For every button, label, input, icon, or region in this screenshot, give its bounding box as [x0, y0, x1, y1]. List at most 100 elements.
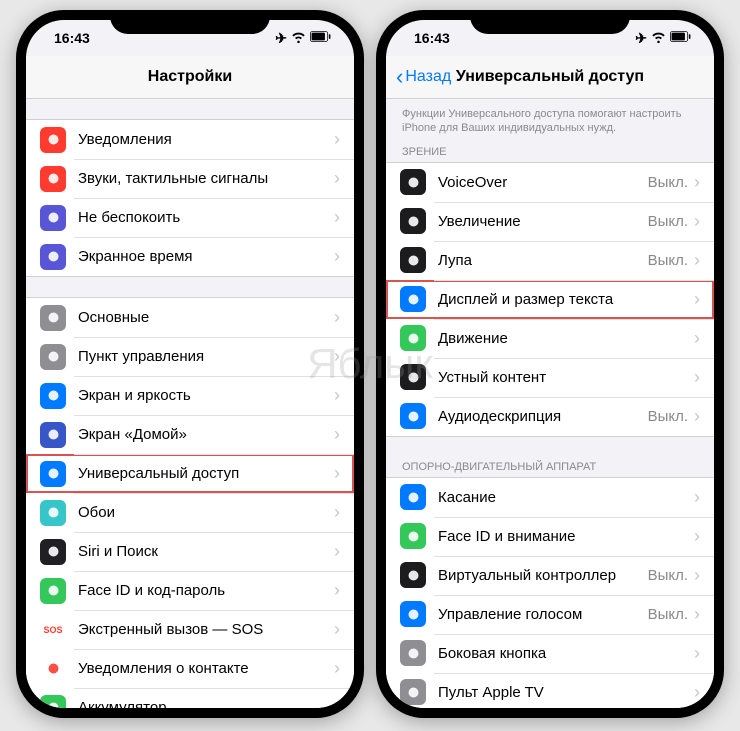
settings-row[interactable]: SOSЭкстренный вызов — SOS›: [26, 610, 354, 649]
row-icon: [40, 205, 66, 231]
settings-row[interactable]: Касание›: [386, 478, 714, 517]
chevron-right-icon: ›: [694, 565, 700, 586]
chevron-right-icon: ›: [334, 541, 340, 562]
chevron-right-icon: ›: [334, 580, 340, 601]
chevron-right-icon: ›: [334, 346, 340, 367]
settings-row[interactable]: Не беспокоить›: [26, 198, 354, 237]
row-status: Выкл.: [648, 408, 688, 425]
settings-row[interactable]: Дисплей и размер текста›: [386, 280, 714, 319]
status-icons: ✈︎: [635, 29, 692, 47]
row-icon: [40, 539, 66, 565]
row-icon: [400, 247, 426, 273]
chevron-right-icon: ›: [694, 211, 700, 232]
settings-row[interactable]: Уведомления о контакте›: [26, 649, 354, 688]
settings-row[interactable]: Основные›: [26, 298, 354, 337]
battery-icon: [670, 29, 692, 47]
chevron-right-icon: ›: [694, 406, 700, 427]
row-icon: [40, 127, 66, 153]
settings-row[interactable]: VoiceOverВыкл.›: [386, 163, 714, 202]
section-header-motor: ОПОРНО-ДВИГАТЕЛЬНЫЙ АППАРАТ: [386, 457, 714, 477]
row-label: Уведомления: [78, 131, 334, 148]
row-label: Face ID и внимание: [438, 528, 694, 545]
settings-row[interactable]: Siri и Поиск›: [26, 532, 354, 571]
settings-row[interactable]: Звуки, тактильные сигналы›: [26, 159, 354, 198]
status-time: 16:43: [54, 30, 90, 46]
settings-row[interactable]: Face ID и внимание›: [386, 517, 714, 556]
settings-row[interactable]: Экранное время›: [26, 237, 354, 276]
row-label: Пункт управления: [78, 348, 334, 365]
settings-row[interactable]: Face ID и код-пароль›: [26, 571, 354, 610]
back-button[interactable]: ‹ Назад: [386, 64, 451, 90]
settings-row[interactable]: ЛупаВыкл.›: [386, 241, 714, 280]
battery-icon: [310, 29, 332, 47]
settings-row[interactable]: Управление голосомВыкл.›: [386, 595, 714, 634]
chevron-left-icon: ‹: [396, 64, 403, 90]
row-status: Выкл.: [648, 174, 688, 191]
chevron-right-icon: ›: [334, 207, 340, 228]
screen-left: 16:43 ✈︎ Настройки Уведомления›Звуки, та…: [26, 20, 354, 708]
row-icon: [400, 523, 426, 549]
row-icon: [400, 169, 426, 195]
settings-row[interactable]: Уведомления›: [26, 120, 354, 159]
row-icon: [400, 640, 426, 666]
settings-row[interactable]: Пульт Apple TV›: [386, 673, 714, 708]
row-icon: [40, 461, 66, 487]
row-status: Выкл.: [648, 252, 688, 269]
settings-row[interactable]: Пункт управления›: [26, 337, 354, 376]
nav-title: Настройки: [26, 68, 354, 86]
chevron-right-icon: ›: [334, 246, 340, 267]
settings-row[interactable]: Устный контент›: [386, 358, 714, 397]
chevron-right-icon: ›: [694, 172, 700, 193]
row-label: Обои: [78, 504, 334, 521]
row-icon: [40, 422, 66, 448]
row-status: Выкл.: [648, 606, 688, 623]
settings-row[interactable]: Движение›: [386, 319, 714, 358]
row-label: Face ID и код-пароль: [78, 582, 334, 599]
row-label: Увеличение: [438, 213, 648, 230]
airplane-icon: ✈︎: [635, 30, 647, 47]
row-label: Экстренный вызов — SOS: [78, 621, 334, 638]
settings-row[interactable]: Экран и яркость›: [26, 376, 354, 415]
row-icon: [40, 656, 66, 682]
row-icon: [400, 484, 426, 510]
settings-row[interactable]: Универсальный доступ›: [26, 454, 354, 493]
accessibility-content[interactable]: Функции Универсального доступа помогают …: [386, 99, 714, 708]
settings-row[interactable]: Аккумулятор›: [26, 688, 354, 708]
settings-row[interactable]: Виртуальный контроллерВыкл.›: [386, 556, 714, 595]
row-icon: [40, 383, 66, 409]
row-label: Универсальный доступ: [78, 465, 334, 482]
chevron-right-icon: ›: [334, 463, 340, 484]
phone-frame-left: 16:43 ✈︎ Настройки Уведомления›Звуки, та…: [16, 10, 364, 718]
chevron-right-icon: ›: [694, 643, 700, 664]
settings-row[interactable]: АудиодескрипцияВыкл. ›: [386, 397, 714, 436]
row-icon: [400, 679, 426, 705]
chevron-right-icon: ›: [334, 307, 340, 328]
row-label: Аудиодескрипция: [438, 408, 648, 425]
nav-bar: Настройки: [26, 56, 354, 99]
wifi-icon: [651, 29, 666, 47]
wifi-icon: [291, 29, 306, 47]
row-label: Siri и Поиск: [78, 543, 334, 560]
chevron-right-icon: ›: [334, 697, 340, 708]
chevron-right-icon: ›: [334, 129, 340, 150]
status-time: 16:43: [414, 30, 450, 46]
chevron-right-icon: ›: [694, 526, 700, 547]
row-icon: [40, 695, 66, 709]
row-icon: [400, 208, 426, 234]
chevron-right-icon: ›: [694, 328, 700, 349]
settings-row[interactable]: Экран «Домой»›: [26, 415, 354, 454]
settings-content[interactable]: Уведомления›Звуки, тактильные сигналы›Не…: [26, 99, 354, 708]
row-icon: [400, 286, 426, 312]
row-icon: [40, 305, 66, 331]
row-label: Пульт Apple TV: [438, 684, 694, 701]
settings-row[interactable]: УвеличениеВыкл.›: [386, 202, 714, 241]
chevron-right-icon: ›: [334, 385, 340, 406]
airplane-icon: ✈︎: [275, 30, 287, 47]
settings-row[interactable]: Обои›: [26, 493, 354, 532]
chevron-right-icon: ›: [694, 289, 700, 310]
row-label: Не беспокоить: [78, 209, 334, 226]
chevron-right-icon: ›: [334, 658, 340, 679]
row-label: Дисплей и размер текста: [438, 291, 694, 308]
settings-row[interactable]: Боковая кнопка›: [386, 634, 714, 673]
chevron-right-icon: ›: [334, 619, 340, 640]
